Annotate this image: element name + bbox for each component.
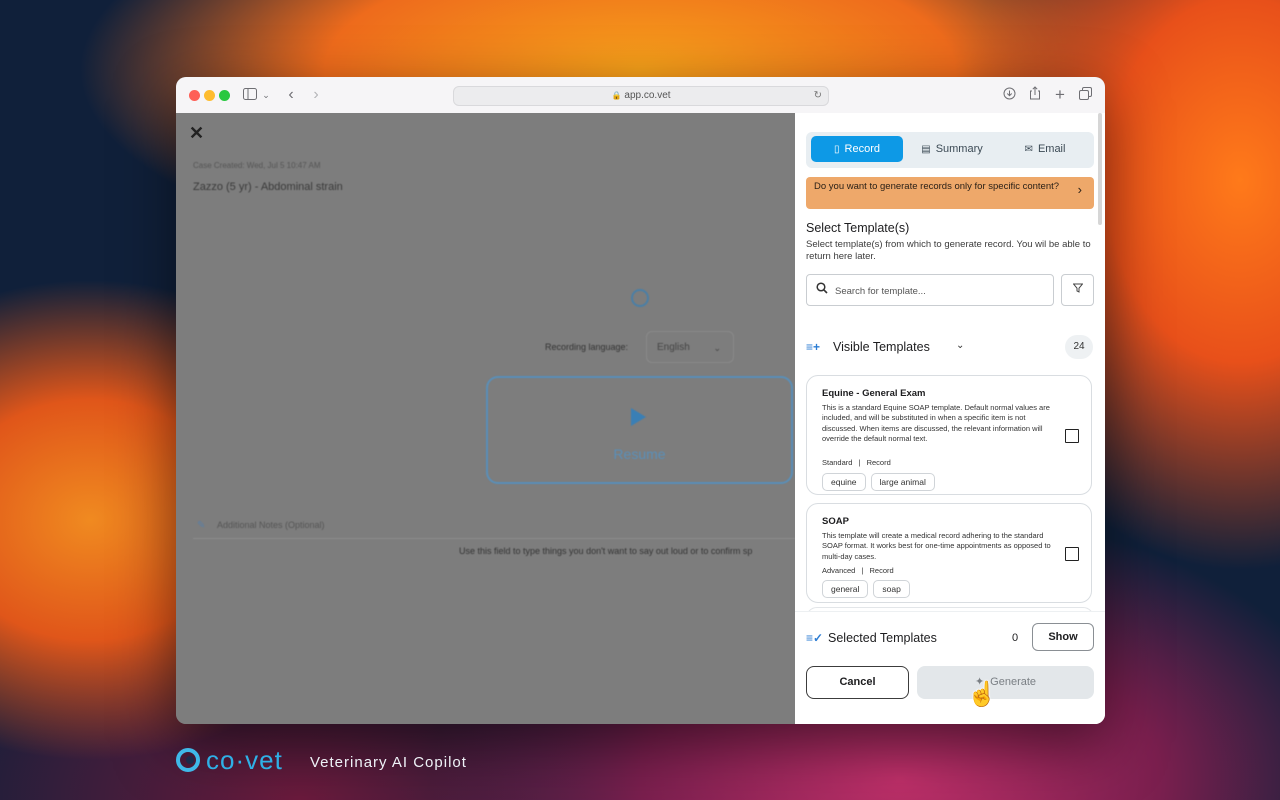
mail-icon: ✉ [1024,144,1033,155]
address-bar[interactable]: 🔒 app.co.vet ↻ [453,86,829,106]
template-tags: equine large animal [822,472,940,491]
template-name: SOAP [822,516,849,527]
template-tags: general soap [822,579,915,598]
generate-record-panel: ▯ Record ▤ Summary ✉ Email Do you want to g… [795,113,1105,724]
template-card[interactable]: SOAP This template will create a medical… [806,503,1092,603]
summary-icon: ▤ [921,144,931,155]
record-type-tabs: ▯ Record ▤ Summary ✉ Email [806,132,1094,168]
tab-email-label: Email [1037,143,1066,155]
template-tag: general [822,580,869,598]
chevron-right-icon: › [1077,182,1082,197]
generate-label: Generate [990,676,1037,688]
recording-page: ✕ Case Created: Wed, Jul 5 10:47 AM Zazz… [176,113,795,724]
hand-cursor-icon: ☝ [967,681,997,708]
download-icon[interactable] [1001,86,1017,104]
selected-templates-label: Selected Templates [828,631,937,645]
template-meta: Standard | Record [822,458,891,467]
template-level: Advanced [822,566,856,575]
browser-window: ⌄ ‹ › 🔒 app.co.vet ↻ + ✕ Case Created: We… [176,77,1105,724]
sidebar-icon[interactable] [242,86,258,104]
selected-templates-count: 0 [1012,632,1019,644]
minimize-window-button[interactable] [204,90,215,101]
brand-tagline: Veterinary AI Copilot [310,754,467,771]
specific-content-banner[interactable]: Do you want to generate records only for… [806,177,1094,209]
template-description: This is a standard Equine SOAP template.… [822,403,1050,443]
panel-footer: ≡✓ Selected Templates 0 Show Cancel ✦ Gen… [795,611,1105,724]
recording-language-value: English [657,342,690,353]
template-card[interactable]: Equine - General Exam This is a standard… [806,375,1092,495]
close-icon[interactable]: ✕ [189,123,204,144]
lock-icon: 🔒 [611,91,622,100]
template-kind: Record [866,458,891,467]
chevron-down-icon[interactable]: ⌄ [956,340,964,351]
recording-language-label: Recording language: [545,342,629,352]
select-templates-title: Select Template(s) [806,221,910,235]
additional-notes-label: Additional Notes (Optional) [217,520,325,530]
new-tab-icon[interactable]: + [1052,86,1068,104]
tab-summary[interactable]: ▤ Summary [906,136,998,162]
tab-summary-label: Summary [935,143,983,155]
template-tag: soap [873,580,910,598]
filter-button[interactable] [1061,274,1094,306]
playlist-check-icon: ≡✓ [806,631,824,645]
mic-icon [631,289,649,307]
template-search [806,274,1054,306]
notes-icon: ✎ [197,520,206,531]
template-description: This template will create a medical reco… [822,531,1051,561]
case-title: Zazzo (5 yr) - Abdominal strain [193,181,343,193]
resume-label: Resume [613,446,666,462]
divider [193,538,795,539]
visible-templates-label: Visible Templates [833,340,930,354]
tabs-icon[interactable] [1077,86,1093,104]
share-icon[interactable] [1027,86,1043,104]
recording-language-select[interactable]: English ⌄ [646,331,734,363]
resume-button[interactable]: Resume [486,376,793,484]
filter-icon [1071,283,1084,296]
template-tag: large animal [870,473,935,491]
covet-logo-icon [176,748,200,772]
generate-button[interactable]: ✦ Generate [917,666,1094,699]
template-name: Equine - General Exam [822,388,926,399]
zoom-window-button[interactable] [219,90,230,101]
play-icon [631,408,646,426]
brand-name: co·vet [206,745,283,775]
chevron-right-icon[interactable]: › [309,86,323,104]
banner-text: Do you want to generate records only for… [814,181,1060,192]
additional-notes-help: Use this field to type things you don't … [459,546,753,556]
reload-icon[interactable]: ↻ [814,87,822,105]
close-window-button[interactable] [189,90,200,101]
url-text: app.co.vet [624,90,671,101]
tab-email[interactable]: ✉ Email [1001,136,1089,162]
document-icon: ▯ [834,144,840,155]
chevron-down-icon[interactable]: ⌄ [261,86,271,104]
show-button[interactable]: Show [1032,623,1094,651]
template-meta: Advanced | Record [822,566,894,575]
template-level: Standard [822,458,853,467]
chevron-down-icon: ⌄ [713,343,721,353]
search-icon [816,282,828,297]
playlist-add-icon: ≡+ [806,340,821,354]
cancel-button[interactable]: Cancel [806,666,909,699]
template-kind: Record [869,566,894,575]
search-input[interactable] [833,281,1047,301]
case-created-text: Case Created: Wed, Jul 5 10:47 AM [193,161,321,170]
select-templates-description: Select template(s) from which to generat… [806,239,1091,262]
tab-record-label: Record [844,143,880,155]
scrollbar[interactable] [1098,113,1102,225]
template-tag: equine [822,473,866,491]
tab-record[interactable]: ▯ Record [811,136,903,162]
template-checkbox[interactable] [1065,547,1079,561]
browser-titlebar: ⌄ ‹ › 🔒 app.co.vet ↻ + [176,77,1105,114]
template-list: Equine - General Exam This is a standard… [795,371,1105,611]
chevron-left-icon[interactable]: ‹ [284,86,298,104]
visible-templates-count: 24 [1065,335,1093,359]
template-checkbox[interactable] [1065,429,1079,443]
